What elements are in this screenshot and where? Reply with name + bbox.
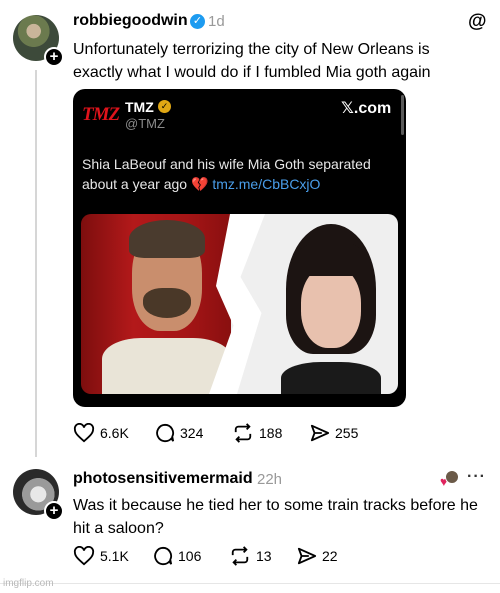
man-hair [129,220,205,258]
woman-bangs [298,242,364,276]
share-icon [310,424,330,442]
comment-icon [154,546,173,566]
follow-plus-icon[interactable]: + [44,47,64,67]
post-username[interactable]: robbiegoodwin [73,12,188,30]
repost-button[interactable]: 13 [229,546,297,566]
post-time: 1d [208,13,225,30]
card-source: 𝕏.com [341,100,392,117]
liker-avatar [445,470,459,484]
share-button[interactable]: 22 [297,546,338,566]
broken-heart-icon: 💔 [190,176,209,192]
like-count: 6.6K [100,425,129,441]
verified-gold-badge-icon: ✓ [158,100,171,113]
post-text: Unfortunately terrorizing the city of Ne… [73,41,431,81]
author-liked-badge: ♥ [440,470,459,488]
watermark: imgflip.com [3,578,54,589]
comment-button[interactable]: 106 [153,546,229,566]
man-portrait [102,220,232,394]
repost-count: 188 [259,425,283,441]
card-image[interactable] [81,214,398,394]
comment-icon [156,423,175,443]
repost-icon [234,423,252,443]
heart-icon [73,423,95,443]
share-count: 22 [322,548,338,564]
heart-icon [73,546,95,566]
share-button[interactable]: 255 [310,423,358,443]
post-actions: 6.6K 324 188 255 [73,423,358,443]
tmz-logo: TMZ [82,104,120,125]
reply-username[interactable]: photosensitivemermaid [73,470,253,488]
man-mustache [143,288,191,318]
comment-count: 324 [180,425,204,441]
more-options-icon[interactable]: ··· [467,468,486,486]
card-handle: @TMZ [125,116,165,131]
card-text: Shia LaBeouf and his wife Mia Goth separ… [82,154,397,194]
reply-time: 22h [257,471,283,488]
repost-count: 13 [256,548,272,564]
woman-body [281,362,381,394]
verified-badge-icon: ✓ [190,14,205,29]
comment-count: 106 [178,548,202,564]
reply-actions: 5.1K 106 13 22 [73,546,338,566]
repost-icon [231,546,249,566]
repost-button[interactable]: 188 [232,423,310,443]
share-count: 255 [335,425,359,441]
divider [0,583,500,584]
embedded-post-card[interactable]: TMZ TMZ ✓ @TMZ 𝕏.com Shia LaBeouf and hi… [73,89,406,407]
comment-button[interactable]: 324 [155,423,232,443]
thread-line [35,70,37,457]
like-button[interactable]: 5.1K [73,546,153,566]
reply-text: Was it because he tied her to some train… [73,497,478,537]
threads-logo-icon: @ [468,11,487,32]
card-link[interactable]: tmz.me/CbBCxjO [212,176,320,192]
like-button[interactable]: 6.6K [73,423,155,443]
like-count: 5.1K [100,548,129,564]
follow-plus-icon[interactable]: + [44,501,64,521]
woman-face [301,266,361,348]
woman-portrait [276,224,386,394]
share-icon [297,547,317,565]
card-account-name: TMZ [125,99,154,115]
scrollbar[interactable] [401,95,404,135]
